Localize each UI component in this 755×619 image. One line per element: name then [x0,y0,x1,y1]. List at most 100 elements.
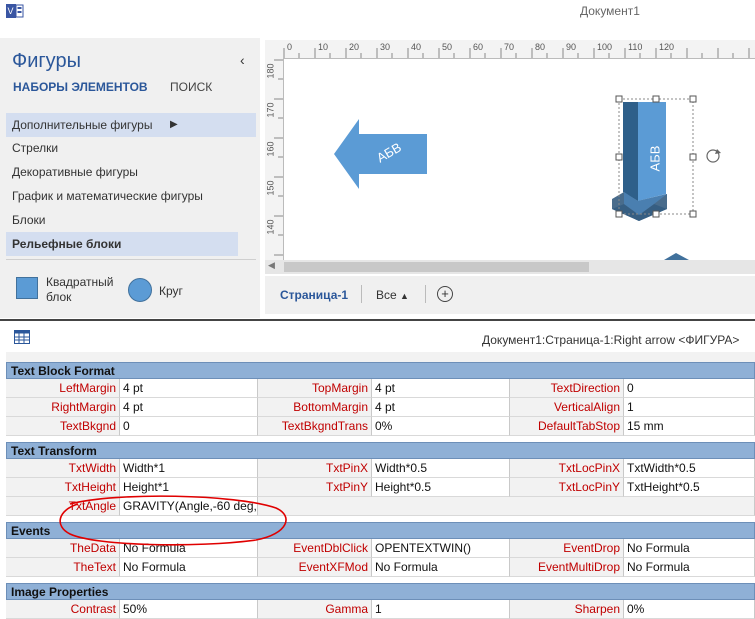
section-header[interactable]: Image Properties [6,583,755,600]
cell-label: TxtWidth [6,459,120,478]
collapse-panel-icon[interactable]: ‹ [240,52,245,68]
cell-label: EventMultiDrop [510,558,624,577]
cell-label: Gamma [258,600,372,619]
svg-text:V: V [8,6,14,16]
cell-value[interactable]: No Formula [624,558,755,577]
cell-value[interactable]: 1 [624,398,755,417]
empty-cell [258,497,755,516]
cell-value[interactable]: 0% [372,417,510,436]
stencil-label: Рельефные блоки [12,237,122,251]
cell-value[interactable]: 4 pt [372,398,510,417]
cell-value[interactable]: 50% [120,600,258,619]
cell-label: TxtPinX [258,459,372,478]
cell-label: Sharpen [510,600,624,619]
cell-label: EventDrop [510,539,624,558]
section-header[interactable]: Text Transform [6,442,755,459]
cell-label: BottomMargin [258,398,372,417]
title-bar [0,0,755,24]
cell-value[interactable]: 1 [372,600,510,619]
divider [425,285,426,303]
tab-page-1[interactable]: Страница-1 [280,288,348,302]
ruler-tick-label: 90 [566,42,577,52]
ruler-tick-label: 160 [265,141,276,157]
cell-value[interactable]: 4 pt [120,379,258,398]
cell-label: TextBkgnd [6,417,120,436]
cell-value[interactable]: TxtHeight*0.5 [624,478,755,497]
ruler-tick-label: 110 [628,42,643,52]
cell-value[interactable]: Width*1 [120,459,258,478]
cell-label: TxtLocPinY [510,478,624,497]
ruler-tick-label: 140 [265,219,276,235]
drawing-canvas[interactable]: АБВ АБВ [284,59,755,260]
cell-value[interactable]: No Formula [372,558,510,577]
ruler-tick-label: 170 [265,102,276,118]
section-header[interactable]: Text Block Format [6,362,755,379]
ruler-tick-label: 20 [349,42,360,52]
ruler-tick-label: 70 [504,42,515,52]
ruler-tick-label: 180 [265,63,276,79]
ruler-tick-label: 60 [473,42,484,52]
stencil-item-selected[interactable]: Рельефные блоки [6,232,238,256]
cell-value[interactable]: 4 pt [120,398,258,417]
panel-title: Фигуры [12,50,81,72]
stencil-label: Дополнительные фигуры [12,118,153,132]
caret-up-icon: ▲ [400,291,409,301]
square-block-shape-icon[interactable] [16,277,38,299]
cell-label: Contrast [6,600,120,619]
submenu-arrow-icon: ▶ [170,119,178,130]
tab-stencils[interactable]: НАБОРЫ ЭЛЕМЕНТОВ [13,80,148,94]
cell-value[interactable]: Height*0.5 [372,478,510,497]
divider [361,285,362,303]
window-divider [0,319,755,321]
stencil-item[interactable]: Декоративные фигуры [6,160,256,184]
stencil-item[interactable]: Дополнительные фигуры ▶ [6,113,256,137]
ruler-tick-label: 80 [535,42,546,52]
scroll-left-icon[interactable]: ◀ [268,260,275,271]
ruler-tick-label: 100 [597,42,613,52]
shapesheet-title: Документ1:Страница-1:Right arrow <ФИГУРА… [482,333,740,347]
cell-value[interactable]: 4 pt [372,379,510,398]
shapesheet-icon[interactable] [14,330,30,344]
annotation-ellipse [59,495,287,546]
rotation-handle-icon[interactable] [706,149,721,163]
cell-label: TopMargin [258,379,372,398]
all-pages-label: Все [376,288,397,302]
cell-label: LeftMargin [6,379,120,398]
cell-value[interactable]: No Formula [624,539,755,558]
canvas-shapes [334,95,721,260]
partial-shape[interactable] [664,253,689,260]
circle-shape-icon[interactable] [128,278,152,302]
stencil-item[interactable]: График и математические фигуры [6,184,256,208]
stencil-item[interactable]: Стрелки [6,136,256,160]
cell-value[interactable]: 0 [624,379,755,398]
cell-value[interactable]: OPENTEXTWIN() [372,539,510,558]
visio-app-icon[interactable]: V [6,3,24,19]
scrollbar-thumb[interactable] [284,262,589,272]
ruler-tick-label: 30 [380,42,391,52]
add-page-button[interactable]: + [437,286,453,302]
ruler-tick-label: 150 [265,180,276,196]
horizontal-ruler: 0 10 20 30 40 50 60 70 80 90 100 110 120 [265,40,755,59]
sheet-top-rows [6,352,755,362]
cell-value[interactable]: Width*0.5 [372,459,510,478]
document-title: Документ1 [580,4,640,18]
divider [6,259,256,260]
cell-value[interactable]: TxtWidth*0.5 [624,459,755,478]
cell-value[interactable]: 15 mm [624,417,755,436]
stencil-label: Стрелки [12,141,59,155]
cell-value[interactable]: 0% [624,600,755,619]
shape-label[interactable]: Круг [159,284,183,298]
cell-value[interactable]: 0 [120,417,258,436]
all-pages-button[interactable]: Все ▲ [376,288,409,302]
ruler-tick-label: 10 [318,42,329,52]
stencil-label: График и математические фигуры [12,189,203,203]
cell-label: TheText [6,558,120,577]
cell-value[interactable]: No Formula [120,558,258,577]
ruler-tick-label: 40 [411,42,422,52]
ruler-tick-label: 50 [442,42,453,52]
ruler-tick-label: 0 [287,42,293,52]
shape-label[interactable]: Квадратный блок [46,275,126,305]
cell-label: VerticalAlign [510,398,624,417]
stencil-item[interactable]: Блоки [6,208,256,232]
tab-search[interactable]: ПОИСК [170,80,212,94]
